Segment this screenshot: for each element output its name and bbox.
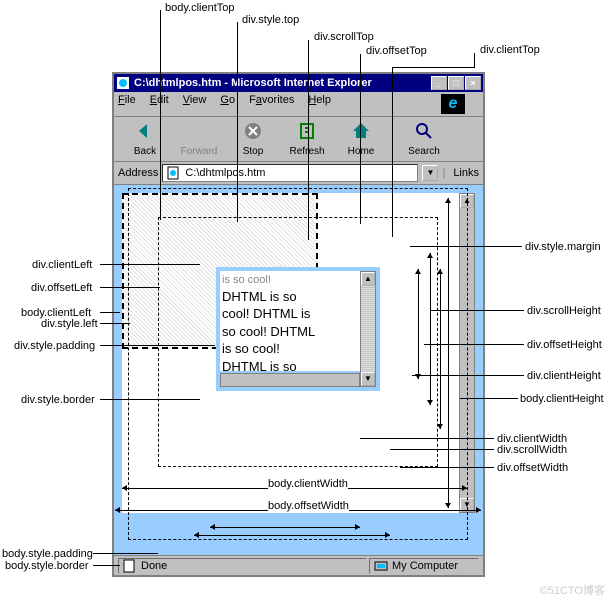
label-div-style-padding: div.style.padding <box>14 340 95 352</box>
label-div-style-border: div.style.border <box>21 394 95 406</box>
menu-go[interactable]: Go <box>220 94 235 114</box>
guide <box>360 438 494 439</box>
label-div-scrollheight: div.scrollHeight <box>527 305 601 317</box>
guide <box>474 53 475 68</box>
links-label[interactable]: Links <box>453 167 479 179</box>
statusbar: Done My Computer <box>114 555 483 575</box>
refresh-icon <box>297 121 317 141</box>
window-title: C:\dhtmlpos.htm - Microsoft Internet Exp… <box>134 77 430 89</box>
label-div-scrolltop: div.scrollTop <box>314 31 374 43</box>
search-button[interactable]: Search <box>397 121 451 157</box>
guide <box>237 22 238 222</box>
stop-button[interactable]: Stop <box>226 121 280 157</box>
label-body-clienttop: body.clientTop <box>165 2 235 14</box>
label-body-style-border: body.style.border <box>5 560 89 572</box>
addressbar: Address C:\dhtmlpos.htm ▼ | Links <box>114 162 483 185</box>
guide <box>100 323 130 324</box>
guide <box>400 467 494 468</box>
label-div-offsetheight: div.offsetHeight <box>527 339 602 351</box>
menu-help[interactable]: Help <box>308 94 331 114</box>
home-icon <box>351 121 371 141</box>
toolbar: Back Forward Stop Refresh Home Search <box>114 117 483 162</box>
label-div-scrollwidth: div.scrollWidth <box>497 444 567 456</box>
arrow-div-offsetwidth <box>194 535 390 536</box>
address-value: C:\dhtmlpos.htm <box>185 167 265 179</box>
arrow-div-clientwidth <box>210 527 360 528</box>
guide <box>410 246 522 247</box>
guide <box>100 312 120 313</box>
guide <box>430 310 524 311</box>
menubar: File Edit View Go Favorites Help e <box>114 92 483 117</box>
label-div-clienttop: div.clientTop <box>480 44 540 56</box>
label-div-style-top: div.style.top <box>242 14 299 26</box>
ie-doc-icon <box>116 76 130 90</box>
status-done: Done <box>141 560 167 572</box>
arrow-div-clientheight <box>418 269 419 379</box>
label-body-clientwidth: body.clientWidth <box>268 478 348 490</box>
minimize-button[interactable]: _ <box>431 76 447 90</box>
label-body-style-padding: body.style.padding <box>2 548 93 560</box>
ie-logo: e <box>441 94 465 114</box>
guide <box>392 67 474 68</box>
label-div-style-margin: div.style.margin <box>525 241 601 253</box>
maximize-button[interactable]: □ <box>448 76 464 90</box>
guide <box>424 344 524 345</box>
back-icon <box>135 121 155 141</box>
address-input[interactable]: C:\dhtmlpos.htm <box>162 164 418 182</box>
guide <box>93 565 120 566</box>
guide <box>308 40 309 240</box>
done-icon <box>123 559 137 573</box>
arrow-div-scrollheight <box>440 269 441 429</box>
forward-button[interactable]: Forward <box>172 121 226 157</box>
label-div-clientleft: div.clientLeft <box>32 259 92 271</box>
search-icon <box>414 121 434 141</box>
label-body-clientheight: body.clientHeight <box>520 393 604 405</box>
refresh-button[interactable]: Refresh <box>280 121 334 157</box>
separator: | <box>442 167 445 179</box>
guide <box>100 264 200 265</box>
back-button[interactable]: Back <box>118 121 172 157</box>
computer-icon <box>374 559 388 573</box>
titlebar: C:\dhtmlpos.htm - Microsoft Internet Exp… <box>114 74 483 92</box>
label-div-clientheight: div.clientHeight <box>527 370 601 382</box>
close-button[interactable]: × <box>465 76 481 90</box>
label-div-offsettop: div.offsetTop <box>366 45 427 57</box>
watermark: ©51CTO博客 <box>540 582 605 598</box>
guide <box>100 345 215 346</box>
menu-file[interactable]: File <box>118 94 136 114</box>
home-button[interactable]: Home <box>334 121 388 157</box>
ie-doc-icon <box>167 166 181 180</box>
arrow-body-clientheight <box>448 198 449 508</box>
status-zone: My Computer <box>392 560 458 572</box>
label-div-style-left: div.style.left <box>41 318 98 330</box>
guide <box>100 399 200 400</box>
guide <box>392 67 393 237</box>
guide <box>390 449 494 450</box>
guide <box>460 398 518 399</box>
arrow-div-offsetheight <box>430 253 431 405</box>
menu-view[interactable]: View <box>183 94 207 114</box>
guide <box>100 287 160 288</box>
forward-icon <box>189 121 209 141</box>
label-body-offsetwidth: body.offsetWidth <box>268 500 349 512</box>
label-div-offsetleft: div.offsetLeft <box>31 282 92 294</box>
label-div-offsetwidth: div.offsetWidth <box>497 462 568 474</box>
guide <box>412 375 524 376</box>
menu-favorites[interactable]: Favorites <box>249 94 294 114</box>
guide <box>93 553 158 554</box>
address-dropdown[interactable]: ▼ <box>422 165 438 181</box>
stop-icon <box>243 121 263 141</box>
guide <box>360 54 361 224</box>
address-label: Address <box>118 167 158 179</box>
guide <box>160 10 161 220</box>
